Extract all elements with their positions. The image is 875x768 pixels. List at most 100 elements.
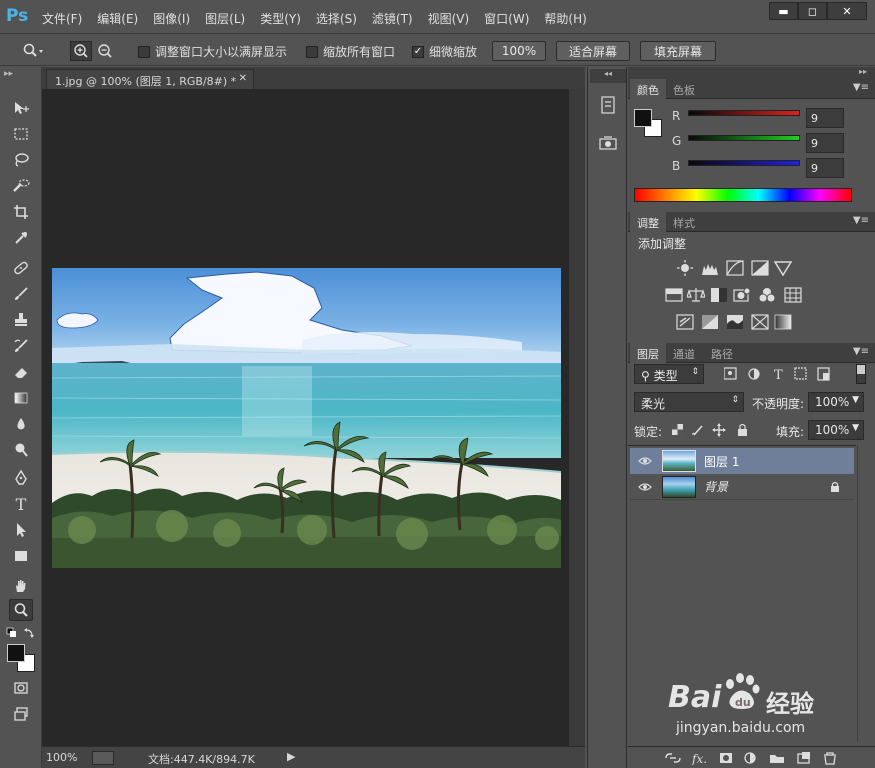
layer-filter-icons[interactable]: T [724,367,844,381]
collapse-dock-icon[interactable]: ◂◂ [590,69,626,83]
tab-swatches[interactable]: 色板 [666,79,702,99]
menu-window[interactable]: 窗口(W) [484,10,529,27]
path-selection-tool[interactable] [9,519,33,541]
tab-layers[interactable]: 图层 [630,343,666,363]
tab-color[interactable]: 颜色 [630,79,666,99]
menu-type[interactable]: 类型(Y) [260,10,301,27]
photo-filter-icon[interactable] [733,287,751,303]
document-tab[interactable]: 1.jpg @ 100% (图层 1, RGB/8#) * ✕ [46,69,254,89]
value-r[interactable]: 9 [806,108,844,128]
status-menu-arrow-icon[interactable]: ▶ [287,750,295,763]
menu-help[interactable]: 帮助(H) [544,10,586,27]
quick-mask-button[interactable] [9,677,33,699]
slider-b[interactable] [688,160,800,166]
status-preview-icon[interactable] [92,751,114,765]
opacity-field[interactable]: 100% ▼ [808,392,864,412]
menu-file[interactable]: 文件(F) [42,10,82,27]
dodge-tool[interactable] [9,439,33,461]
color-panel-menu-icon[interactable]: ▼≡ [853,82,869,93]
exposure-icon[interactable] [751,260,769,276]
curves-icon[interactable] [726,260,744,276]
slider-g[interactable] [688,135,800,141]
tab-channels[interactable]: 通道 [666,343,702,363]
layer-row-layer1[interactable]: 图层 1 [630,448,854,474]
properties-panel-button[interactable] [598,133,618,153]
invert-icon[interactable] [676,314,694,330]
selective-color-icon[interactable] [751,314,769,330]
scrubby-zoom-option[interactable]: ✓ 细微缩放 [412,43,477,60]
menu-image[interactable]: 图像(I) [153,10,190,27]
fit-screen-button[interactable]: 适合屏幕 [556,41,630,61]
black-white-icon[interactable] [710,287,728,303]
eye-icon[interactable] [638,456,652,466]
zoom-tool-preset[interactable] [22,41,44,61]
value-b[interactable]: 9 [806,158,844,178]
move-tool[interactable] [9,97,33,119]
menu-edit[interactable]: 编辑(E) [97,10,138,27]
blur-tool[interactable] [9,413,33,435]
marquee-tool[interactable] [9,123,33,145]
eye-icon[interactable] [638,482,652,492]
resize-windows-option[interactable]: 调整窗口大小以满屏显示 [138,43,287,60]
history-panel-button[interactable] [598,95,618,115]
crop-tool[interactable] [9,201,33,223]
menu-filter[interactable]: 滤镜(T) [372,10,413,27]
layer-filter-dropdown[interactable]: ⚲ 类型 ⇕ [634,364,704,384]
vertical-scrollbar[interactable] [569,89,585,746]
clone-stamp-tool[interactable] [9,309,33,331]
tab-styles[interactable]: 样式 [666,212,702,232]
color-ramp[interactable] [634,188,852,202]
brightness-contrast-icon[interactable] [676,260,694,276]
layers-scrollbar[interactable] [857,445,875,741]
eyedropper-tool[interactable] [9,227,33,249]
hand-tool[interactable] [9,575,33,597]
color-panel-foreground-swatch[interactable] [634,109,652,127]
layer-footer-buttons[interactable]: fx. [664,751,864,765]
color-swatches[interactable] [6,643,36,673]
gradient-map-icon[interactable] [774,314,792,330]
channel-mixer-icon[interactable] [758,287,776,303]
zoom-in-button[interactable] [70,41,92,61]
fill-field[interactable]: 100% ▼ [808,420,864,440]
filter-toggle-switch[interactable] [856,364,866,384]
vibrance-icon[interactable] [774,260,792,276]
minimize-button[interactable]: ▬ [769,2,798,20]
menu-view[interactable]: 视图(V) [428,10,470,27]
layer-row-background[interactable]: 背景 [630,474,854,500]
color-balance-icon[interactable] [687,287,705,303]
levels-icon[interactable] [701,260,719,276]
layer-name-layer1[interactable]: 图层 1 [704,453,739,470]
screen-mode-button[interactable] [9,703,33,725]
quick-selection-tool[interactable] [9,175,33,197]
slider-r[interactable] [688,110,800,116]
eraser-tool[interactable] [9,361,33,383]
resize-windows-checkbox[interactable] [138,45,150,58]
color-lookup-icon[interactable] [784,287,802,303]
layers-panel-menu-icon[interactable]: ▼≡ [853,346,869,357]
brush-tool[interactable] [9,283,33,305]
tab-adjustments[interactable]: 调整 [630,212,666,232]
blend-mode-dropdown[interactable]: 柔光 ⇕ [634,392,744,412]
lock-options[interactable] [672,423,748,437]
close-button[interactable]: ✕ [827,2,867,20]
default-colors-button[interactable] [6,627,36,641]
menu-layer[interactable]: 图层(L) [205,10,245,27]
shape-tool[interactable] [9,545,33,567]
zoom-all-checkbox[interactable] [306,45,318,58]
lasso-tool[interactable] [9,149,33,171]
foreground-color-swatch[interactable] [7,644,25,662]
color-panel-swatches[interactable] [634,109,664,139]
zoom-out-button[interactable] [94,41,116,61]
hue-saturation-icon[interactable] [665,287,683,303]
history-brush-tool[interactable] [9,335,33,357]
zoom-level-field[interactable]: 100% [46,751,77,764]
scrubby-zoom-checkbox[interactable]: ✓ [412,45,424,58]
tab-paths[interactable]: 路径 [704,343,740,363]
zoom-all-option[interactable]: 缩放所有窗口 [306,43,395,60]
healing-brush-tool[interactable] [9,257,33,279]
canvas-image[interactable] [52,268,561,568]
collapse-toolbar-icon[interactable]: ▸▸ [4,69,13,79]
fill-screen-button[interactable]: 填充屏幕 [640,41,716,61]
value-g[interactable]: 9 [806,133,844,153]
type-tool[interactable]: T [9,493,33,515]
